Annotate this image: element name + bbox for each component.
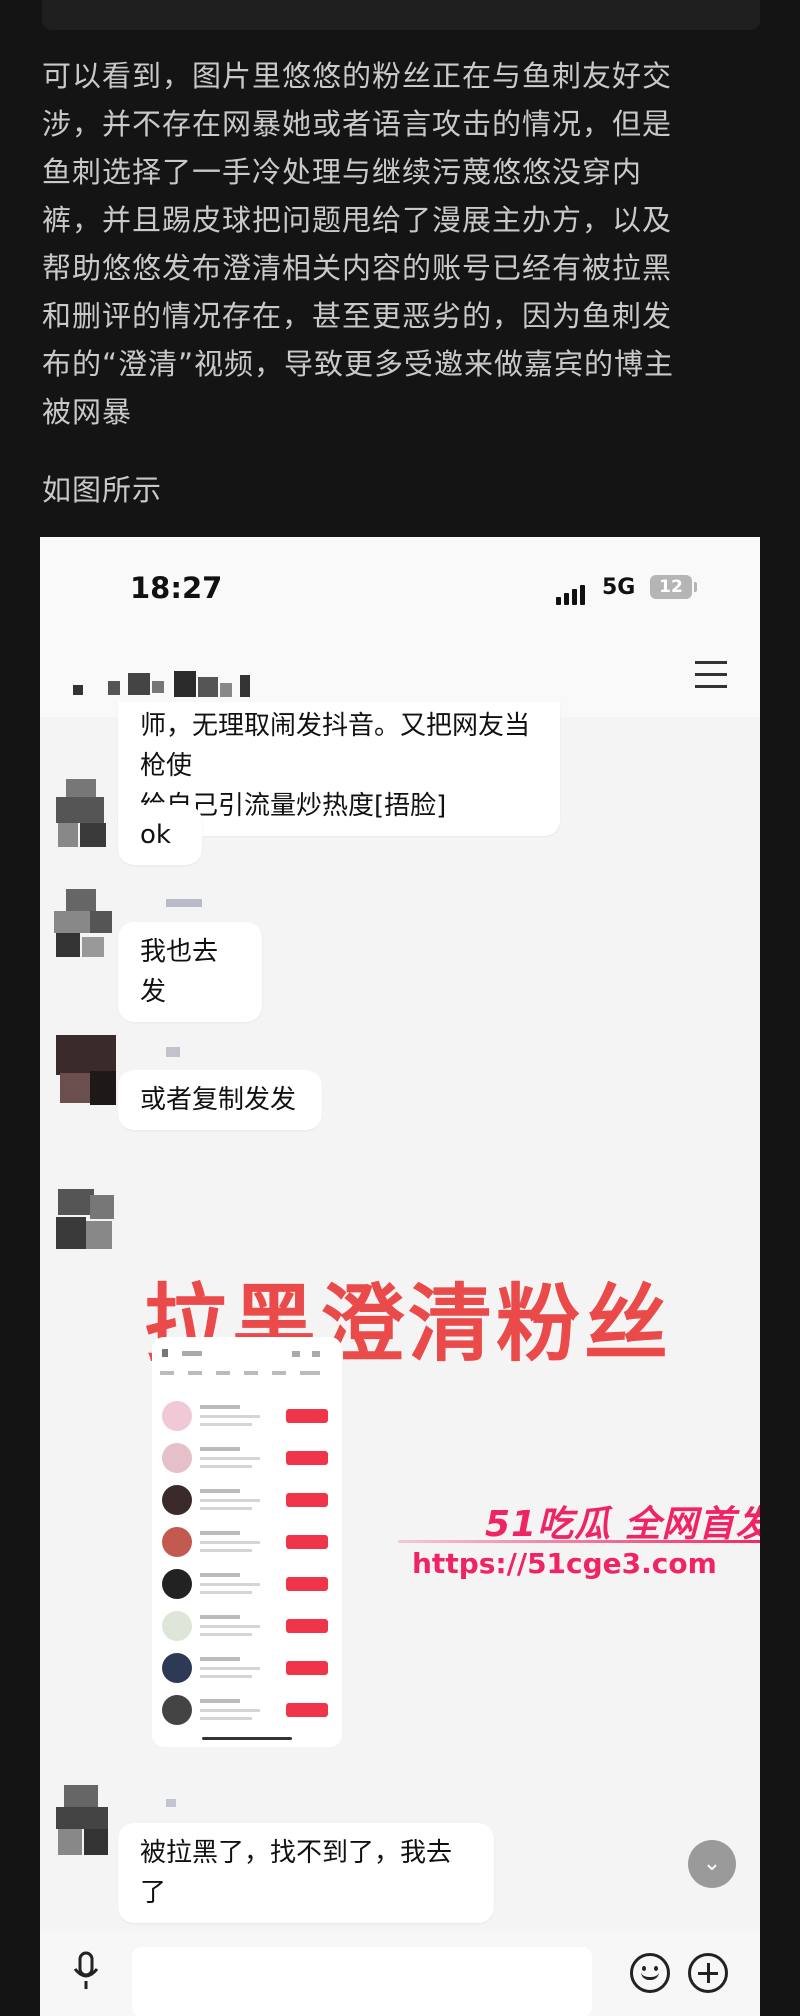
battery-cap <box>694 582 697 592</box>
voice-icon[interactable] <box>72 1951 100 1991</box>
embed-row <box>158 1481 336 1521</box>
article-line: 可以看到，图片里悠悠的粉丝正在与鱼刺友好交 <box>42 59 673 93</box>
embedded-screenshot[interactable] <box>152 1337 342 1747</box>
embed-row <box>158 1397 336 1437</box>
embed-row <box>158 1523 336 1563</box>
article-line: 鱼刺选择了一手冷处理与继续污蔑悠悠没穿内 <box>42 155 643 189</box>
message-bubble: 我也去发 <box>118 922 262 1022</box>
message-text: ok <box>140 820 171 850</box>
message-input[interactable] <box>132 1947 592 2016</box>
plus-icon[interactable] <box>688 1953 728 1993</box>
status-bar: 18:27 5G 12 <box>40 537 760 637</box>
article-line: 涉，并不存在网暴她或者语言攻击的情况，但是 <box>42 107 673 141</box>
message-text: 我也去发 <box>140 937 219 1007</box>
chat-title-blurred <box>68 667 368 701</box>
message-text: 被拉黑了，找不到了，我去了 <box>140 1838 453 1908</box>
article-line: 帮助悠悠发布澄清相关内容的账号已经有被拉黑 <box>42 251 673 285</box>
menu-icon[interactable] <box>695 661 731 689</box>
battery-icon: 12 <box>650 575 692 599</box>
message-bubble: 或者复制发发 <box>118 1070 322 1130</box>
sender-name-blurred <box>166 899 202 907</box>
message-bubble: 被拉黑了，找不到了，我去了 <box>118 1823 494 1923</box>
article-text: 可以看到，图片里悠悠的粉丝正在与鱼刺友好交 涉，并不存在网暴她或者语言攻击的情况… <box>42 52 762 436</box>
avatar[interactable] <box>50 1783 126 1859</box>
embed-row <box>158 1691 336 1731</box>
sender-name-blurred <box>166 1047 180 1057</box>
input-bar <box>40 1929 760 2016</box>
avatar[interactable] <box>50 1035 126 1111</box>
message-text: 或者复制发发 <box>140 1085 297 1115</box>
embed-row <box>158 1565 336 1605</box>
avatar[interactable] <box>50 1185 126 1261</box>
status-time: 18:27 <box>130 571 223 605</box>
article-line: 和删评的情况存在，甚至更恶劣的，因为鱼刺发 <box>42 299 673 333</box>
avatar[interactable] <box>50 887 126 963</box>
message-bubble: ok <box>118 805 202 865</box>
network-label: 5G <box>602 575 636 600</box>
embed-row <box>158 1649 336 1689</box>
chevron-down-icon[interactable]: ⌄ <box>688 1840 736 1888</box>
embed-row <box>158 1439 336 1479</box>
article-line: 被网暴 <box>42 395 133 429</box>
article-line: 布的“澄清”视频，导致更多受邀来做嘉宾的博主 <box>42 347 675 381</box>
sender-name-blurred <box>166 1799 176 1807</box>
message-line: 师，无理取闹发抖音。又把网友当枪使 <box>140 711 531 781</box>
embed-tabs <box>160 1371 338 1377</box>
home-indicator <box>202 1737 292 1740</box>
embed-header <box>162 1349 332 1359</box>
image-caption: 如图所示 <box>42 473 163 507</box>
watermark-divider <box>398 1540 760 1543</box>
previous-card <box>42 0 760 30</box>
chat-screenshot: 18:27 5G 12 师，无理取闹发抖音。又把网友当枪使 给自己引流量炒热度[… <box>40 537 760 2016</box>
embed-row <box>158 1607 336 1647</box>
watermark-url: https://51cge3.com <box>412 1547 717 1580</box>
emoji-icon[interactable] <box>630 1953 670 1993</box>
avatar[interactable] <box>50 775 126 851</box>
article-line: 裤，并且踢皮球把问题甩给了漫展主办方，以及 <box>42 203 673 237</box>
